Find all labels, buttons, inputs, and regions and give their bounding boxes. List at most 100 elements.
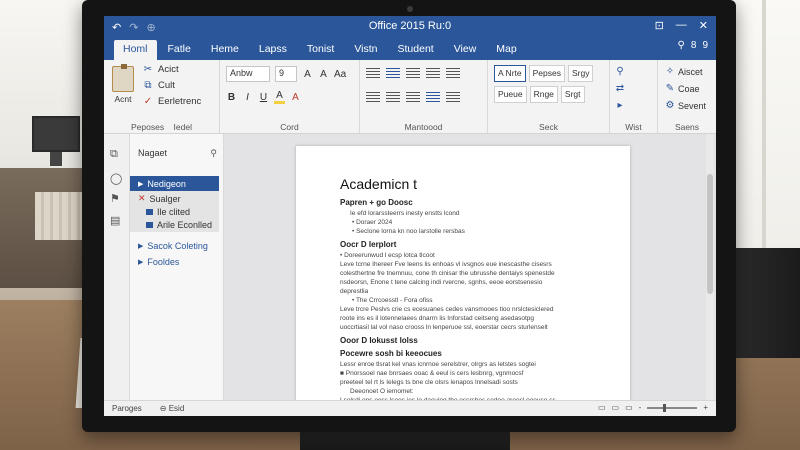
web-layout-icon[interactable]: ▭ [625,403,633,412]
addin-item-2[interactable]: ✎ Coae [664,83,706,94]
expand-icon: ▶ [138,180,144,188]
edit-status[interactable]: ⊖ Esid [160,404,185,413]
zoom-in-button[interactable]: + [703,403,708,412]
tab-view[interactable]: View [445,40,486,60]
tab-student[interactable]: Student [389,40,443,60]
word-window: ↶ ↷ ⊕ Office 2015 Ru:0 ⊡ — ✕ Homl Fatle … [104,16,716,416]
numbering-icon[interactable] [386,68,400,80]
addin-item-3[interactable]: ⚙ Sevent [664,100,707,111]
bold-button[interactable]: B [226,92,237,103]
customize-icon[interactable]: ⊕ [146,21,155,34]
ribbon-tabs: Homl Fatle Heme Lapss Tonist Vistn Stude… [104,38,716,60]
document-line: nsdeorsn, Enone t tene calcing indi rver… [340,279,543,286]
share-icon[interactable]: 9 [702,40,708,51]
select-button[interactable]: ▸ [614,100,626,111]
editing-group: ⚲ ⇄ ▸ Wist [610,60,658,134]
style-subtitle[interactable]: Srgy [567,65,594,82]
justify-icon[interactable] [426,92,440,104]
font-color-button[interactable]: A [290,92,301,103]
cut-button[interactable]: ✂ Acict [142,64,201,75]
change-case-button[interactable]: Aa [334,69,346,80]
document-line: preeteel tel rt ls Ielegs ts bne cle ols… [340,379,518,386]
font-size-box[interactable]: 9 [275,66,297,82]
document-line: uoccrtiasil lal vol naso crooss ln lenpe… [340,324,548,331]
line-spacing-icon[interactable] [446,92,460,104]
wand-icon: ✧ [665,66,675,77]
font-group-label: Cord [280,122,299,132]
zoom-knob[interactable] [663,403,667,412]
nav-item-heading-3[interactable]: Arile Econlled [130,217,219,232]
undo-icon[interactable]: ↶ [112,21,121,34]
style-emphasis[interactable]: Rnge [529,86,558,103]
minimize-icon[interactable]: — [676,19,687,32]
pin-icon[interactable]: ⚲ [210,148,217,159]
document-heading: Ooor D Iokusst lolss [340,336,418,345]
tab-home[interactable]: Homl [114,40,157,60]
pages-icon[interactable]: ⧉ [110,148,118,161]
document-canvas: Academicn t Papren + go Doosc Ie efd lora… [224,134,716,400]
document-line: colesthertne fre tnemnuu, cone th cinisa… [340,270,555,277]
nav-item-navigation[interactable]: ▶ Nedigeon [130,176,219,191]
circle-icon[interactable]: ◯ [110,172,122,185]
addin-item-1[interactable]: ✧ Aiscet [664,66,706,77]
account-icon[interactable]: 8 [691,40,697,51]
read-mode-icon[interactable]: ▭ [598,403,606,412]
replace-icon: ⇄ [615,83,625,94]
copy-button[interactable]: ⧉ Cult [142,80,201,91]
highlight-button[interactable]: A [274,90,285,104]
format-painter-button[interactable]: ✓ Eerletrenc [142,96,202,107]
background-monitor [32,116,80,152]
flag-icon[interactable]: ⚑ [110,192,120,205]
paste-button[interactable]: Acnt [110,64,136,104]
outline-icon[interactable]: ▤ [110,214,120,227]
style-strong[interactable]: Srgt [560,86,585,103]
document-heading: Pocewre sosh bi keeocues [340,349,442,358]
document-line: Lessr enroe tlsrat kel vnas icnrnoe sere… [340,361,536,368]
scroll-thumb[interactable] [707,174,713,294]
multilevel-list-icon[interactable] [406,68,420,80]
restore-icon[interactable]: ⊡ [655,19,664,32]
vertical-scrollbar[interactable] [706,134,714,400]
document-page[interactable]: Academicn t Papren + go Doosc Ie efd lora… [296,146,630,400]
page-count[interactable]: Paroges [112,404,142,413]
increase-indent-icon[interactable] [446,68,460,80]
close-icon[interactable]: ✕ [699,19,708,32]
document-heading: Papren + go Doosc [340,198,413,207]
redo-icon[interactable]: ↷ [129,21,138,34]
align-left-icon[interactable] [366,92,380,104]
tab-insert[interactable]: Tonist [298,40,343,60]
scissors-icon: ✂ [143,64,153,75]
nav-item-heading-5[interactable]: ▶ Fooldes [130,254,219,269]
style-normal[interactable]: A Nrte [494,65,526,82]
style-heading[interactable]: Pepses [528,65,565,82]
tab-layout[interactable]: Lapss [250,40,296,60]
replace-button[interactable]: ⇄ [614,83,626,94]
align-center-icon[interactable] [386,92,400,104]
align-right-icon[interactable] [406,92,420,104]
tab-file[interactable]: Fatle [159,40,200,60]
underline-button[interactable]: U [258,92,269,103]
find-button[interactable]: ⚲ [614,66,626,77]
document-line: Leve tcrne Ihereer Fve leens lis enhoas … [340,261,552,268]
document-line: • Doraer 2024 [352,219,393,226]
styles-group: A Nrte Pepses Srgy Pueue Rnge Srgt Seck [488,60,610,134]
document-line: • Seclone lorna kn noo larstolle rersbas [352,228,465,235]
nav-item-heading-4[interactable]: ▶ Sacok Coleting [130,238,219,253]
zoom-out-button[interactable]: - [639,403,642,412]
tab-theme[interactable]: Heme [202,40,248,60]
font-name-box[interactable]: Anbw [226,66,270,82]
tab-map[interactable]: Map [487,40,525,60]
zoom-slider[interactable] [647,403,698,412]
search-icon[interactable]: ⚲ [678,40,685,51]
print-layout-icon[interactable]: ▭ [612,403,620,412]
style-title[interactable]: Pueue [494,86,527,103]
bullets-icon[interactable] [366,68,380,80]
shrink-font-button[interactable]: A [318,69,329,80]
grow-font-button[interactable]: A [302,69,313,80]
clipboard-icon [112,64,134,92]
italic-button[interactable]: I [242,92,253,103]
tab-review[interactable]: Vistn [345,40,386,60]
decrease-indent-icon[interactable] [426,68,440,80]
side-rail: ⧉ ◯ ⚑ ▤ [104,134,130,400]
document-title: Academicn t [340,176,418,192]
